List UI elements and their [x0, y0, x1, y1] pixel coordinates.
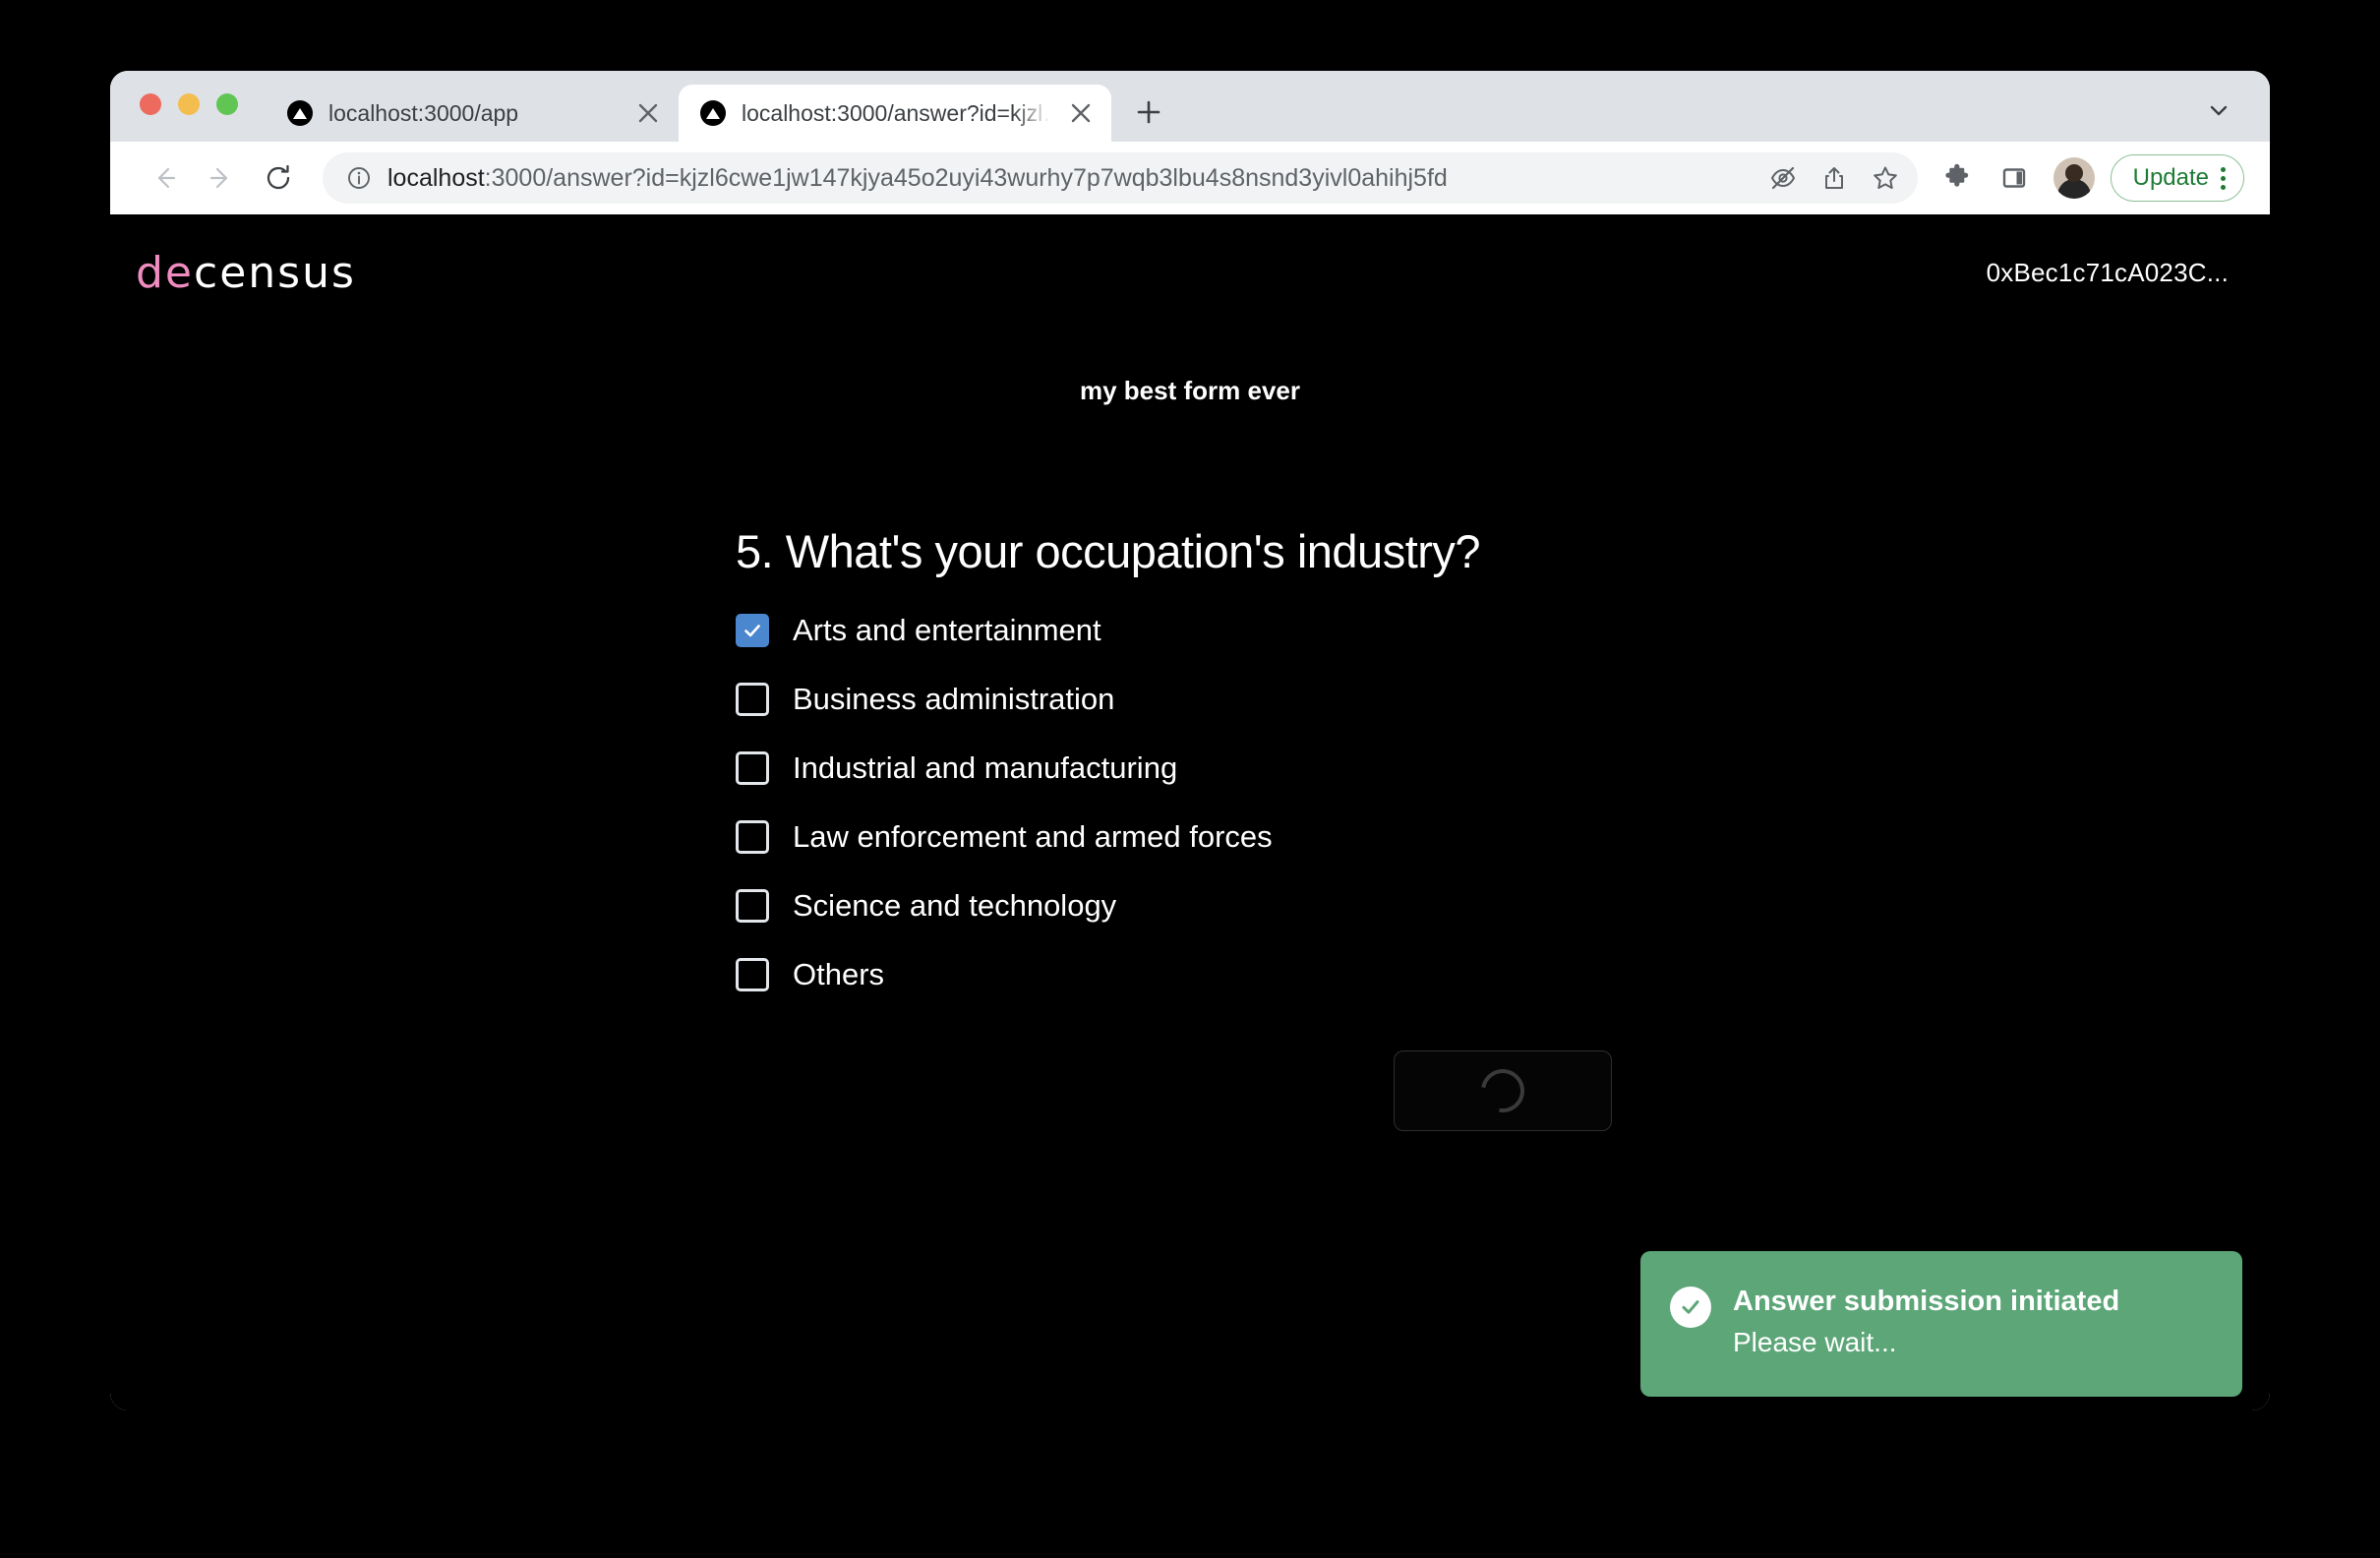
option-label: Industrial and manufacturing — [793, 750, 1178, 785]
logo-de: de — [136, 247, 194, 298]
maximize-window-button[interactable] — [216, 93, 238, 115]
extensions-puzzle-icon[interactable] — [1932, 152, 1983, 204]
option-row[interactable]: Science and technology — [736, 871, 2270, 940]
minimize-window-button[interactable] — [178, 93, 200, 115]
omnibox-actions — [1760, 155, 1912, 201]
triangle-favicon-icon — [287, 100, 313, 126]
question-text: 5. What's your occupation's industry? — [736, 525, 1481, 577]
browser-window: localhost:3000/app localhost:3000/answer… — [110, 71, 2270, 1410]
decensus-logo[interactable]: decensus — [136, 248, 356, 298]
option-row[interactable]: Law enforcement and armed forces — [736, 803, 2270, 871]
option-label: Science and technology — [793, 888, 1117, 923]
new-tab-button[interactable] — [1125, 89, 1172, 136]
reload-button[interactable] — [250, 150, 307, 207]
eye-off-icon[interactable] — [1760, 155, 1806, 201]
share-icon[interactable] — [1812, 155, 1857, 201]
toast-subtitle: Please wait... — [1733, 1326, 1897, 1357]
checkbox-science-and-technology[interactable] — [736, 889, 769, 923]
forward-button[interactable] — [193, 150, 250, 207]
kebab-menu-icon[interactable] — [2213, 166, 2233, 190]
form-title: my best form ever — [1080, 376, 1300, 405]
address-bar[interactable]: localhost:3000/answer?id=kjzl6cwe1jw147k… — [323, 152, 1918, 204]
option-row[interactable]: Others — [736, 940, 2270, 1009]
option-row[interactable]: Arts and entertainment — [736, 596, 2270, 665]
app-header: decensus 0xBec1c71cA023C... — [110, 214, 2270, 330]
submit-row — [736, 1050, 2270, 1131]
option-row[interactable]: Business administration — [736, 665, 2270, 734]
tab-title: localhost:3000/app — [328, 99, 519, 126]
close-tab-button[interactable] — [1066, 98, 1096, 128]
question-block: 5. What's your occupation's industry? Ar… — [110, 524, 2270, 1131]
check-icon — [744, 625, 760, 637]
profile-avatar[interactable] — [2053, 157, 2095, 199]
toast-title: Answer submission initiated — [1733, 1286, 2120, 1317]
back-button[interactable] — [136, 150, 193, 207]
url-host: localhost — [387, 163, 485, 192]
close-tab-button[interactable] — [633, 98, 663, 128]
toast-text-group: Answer submission initiated Please wait.… — [1733, 1285, 2119, 1358]
checkbox-industrial-and-manufacturing[interactable] — [736, 751, 769, 785]
browser-tab-1[interactable]: localhost:3000/app — [266, 85, 679, 142]
triangle-favicon-icon — [700, 100, 726, 126]
check-circle-icon — [1670, 1287, 1711, 1328]
update-button-label: Update — [2132, 164, 2209, 191]
tab-title: localhost:3000/answer?id=kjzl… — [742, 99, 1050, 126]
logo-census: census — [194, 247, 356, 298]
window-controls — [140, 71, 266, 142]
option-label: Law enforcement and armed forces — [793, 819, 1273, 854]
wallet-address[interactable]: 0xBec1c71cA023C... — [1987, 258, 2229, 288]
side-panel-icon[interactable] — [1989, 152, 2040, 204]
avatar-body — [2056, 179, 2091, 199]
option-label: Arts and entertainment — [793, 613, 1101, 647]
browser-toolbar: localhost:3000/answer?id=kjzl6cwe1jw147k… — [110, 142, 2270, 214]
info-circle-icon[interactable] — [344, 163, 374, 193]
checkbox-arts-and-entertainment[interactable] — [736, 614, 769, 647]
avatar-head — [2064, 164, 2083, 182]
tab-strip: localhost:3000/app localhost:3000/answer… — [110, 71, 2270, 142]
update-button[interactable]: Update — [2110, 154, 2244, 202]
spinner-icon — [1472, 1060, 1533, 1121]
checkbox-others[interactable] — [736, 958, 769, 991]
url-path: :3000/answer?id=kjzl6cwe1jw147kjya45o2uy… — [484, 163, 1448, 192]
checkbox-business-administration[interactable] — [736, 683, 769, 716]
submit-button[interactable] — [1394, 1050, 1612, 1131]
checkbox-law-enforcement-and-armed-forces[interactable] — [736, 820, 769, 854]
browser-tab-2[interactable]: localhost:3000/answer?id=kjzl… — [679, 85, 1111, 142]
toast-notification[interactable]: Answer submission initiated Please wait.… — [1640, 1251, 2242, 1397]
star-icon[interactable] — [1863, 155, 1908, 201]
option-row[interactable]: Industrial and manufacturing — [736, 734, 2270, 803]
chevron-down-icon[interactable] — [2201, 92, 2236, 128]
close-window-button[interactable] — [140, 93, 161, 115]
url-text: localhost:3000/answer?id=kjzl6cwe1jw147k… — [387, 164, 1760, 193]
option-label: Business administration — [793, 682, 1115, 716]
page-viewport: decensus 0xBec1c71cA023C... my best form… — [110, 214, 2270, 1410]
option-label: Others — [793, 957, 885, 991]
